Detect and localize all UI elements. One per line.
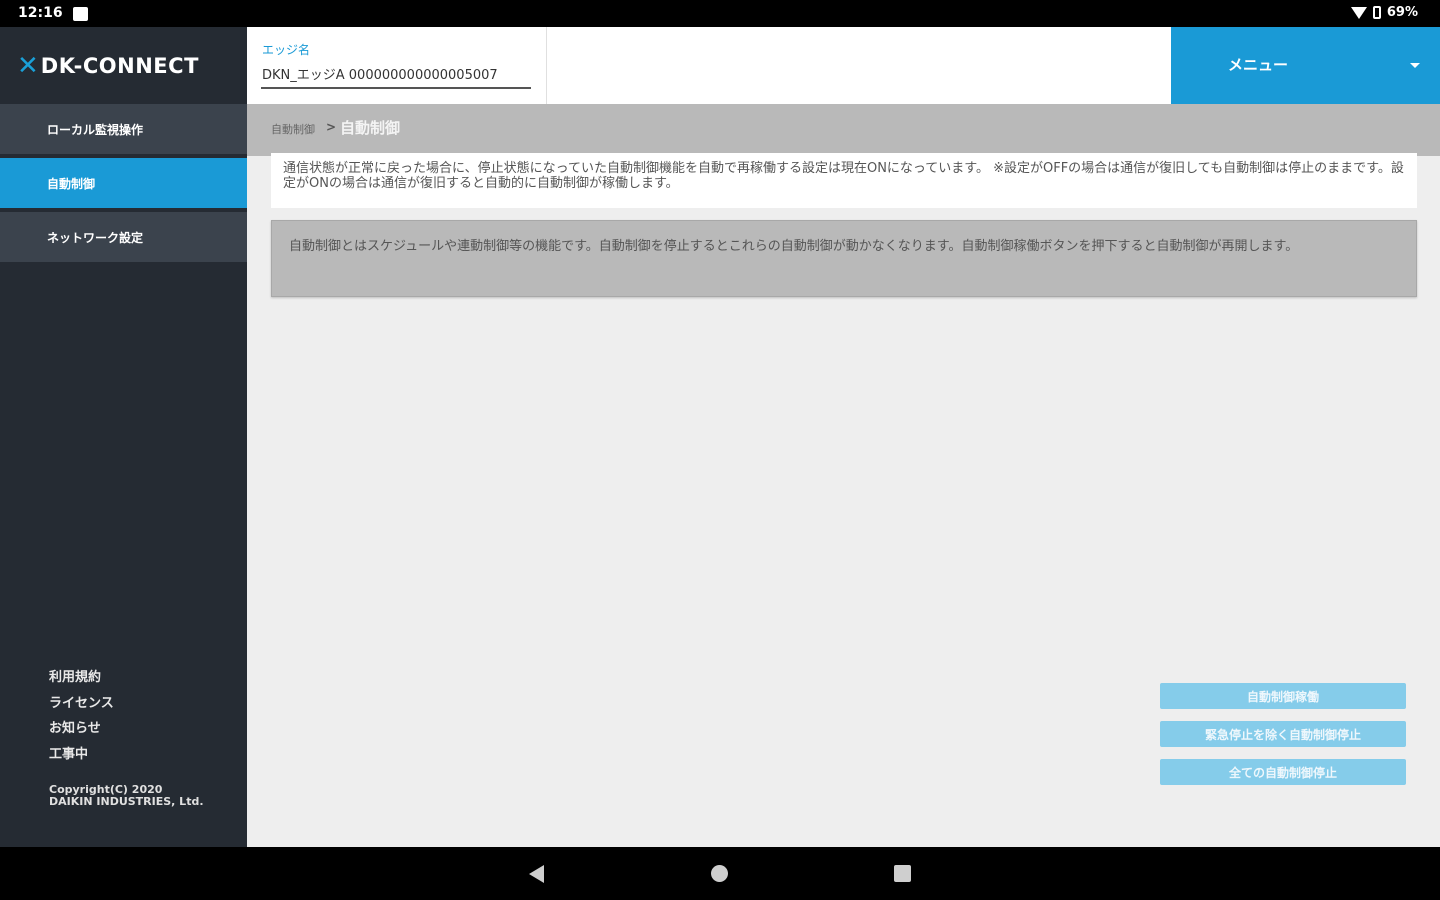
menu-button[interactable]: メニュー xyxy=(1171,27,1440,104)
edge-selector[interactable]: エッジ名 DKN_エッジA 000000000000005007 xyxy=(247,27,547,104)
edge-name-field[interactable]: DKN_エッジA 000000000000005007 xyxy=(262,64,498,83)
stop-except-emergency-button[interactable]: 緊急停止を除く自動制御停止 xyxy=(1160,721,1406,747)
sidebar-item-label: ローカル監視操作 xyxy=(47,122,144,137)
sidebar: ✕ DK-CONNECT ローカル監視操作 自動制御 ネットワーク設定 利用規約… xyxy=(0,27,247,847)
sidebar-item-label: 自動制御 xyxy=(47,176,96,191)
battery-icon xyxy=(1372,6,1381,19)
wifi-icon xyxy=(1350,6,1367,19)
notification-icon xyxy=(73,7,88,21)
battery-percent: 69% xyxy=(1386,5,1418,20)
menu-label: メニュー xyxy=(1228,56,1289,74)
chevron-down-icon xyxy=(1410,63,1420,68)
copyright-text: Copyright(C) 2020 DAIKIN INDUSTRIES, Ltd… xyxy=(49,783,204,808)
reconnect-notice: 通信状態が正常に戻った場合に、停止状態になっていた自動制御機能を自動で再稼働する… xyxy=(271,153,1417,208)
page-title: 自動制御 xyxy=(340,119,401,137)
notices-link[interactable]: お知らせ xyxy=(49,716,114,742)
recent-apps-icon[interactable] xyxy=(894,865,911,882)
sidebar-item-label: ネットワーク設定 xyxy=(47,230,144,245)
sidebar-item-network-settings[interactable]: ネットワーク設定 xyxy=(0,212,247,262)
app-logo: ✕ DK-CONNECT xyxy=(0,27,247,104)
breadcrumb-parent[interactable]: 自動制御 xyxy=(271,121,315,137)
construction-link[interactable]: 工事中 xyxy=(49,742,114,768)
edge-field-underline xyxy=(261,87,531,89)
logo-mark-icon: ✕ xyxy=(17,50,39,81)
breadcrumb: 自動制御 > 自動制御 xyxy=(247,104,1440,156)
home-icon[interactable] xyxy=(711,865,728,882)
license-link[interactable]: ライセンス xyxy=(49,691,114,717)
stop-all-auto-control-button[interactable]: 全ての自動制御停止 xyxy=(1160,759,1406,785)
breadcrumb-separator: > xyxy=(326,120,337,134)
edge-label: エッジ名 xyxy=(262,43,311,57)
system-navigation-bar xyxy=(0,847,1440,900)
sidebar-item-auto-control[interactable]: 自動制御 xyxy=(0,158,247,208)
back-icon[interactable] xyxy=(529,865,544,883)
start-auto-control-button[interactable]: 自動制御稼働 xyxy=(1160,683,1406,709)
footer-links: 利用規約 ライセンス お知らせ 工事中 xyxy=(49,665,114,767)
terms-link[interactable]: 利用規約 xyxy=(49,665,114,691)
auto-control-description: 自動制御とはスケジュールや連動制御等の機能です。自動制御を停止するとこれらの自動… xyxy=(271,220,1417,297)
header: エッジ名 DKN_エッジA 000000000000005007 メニュー xyxy=(247,27,1440,104)
logo-text: DK-CONNECT xyxy=(40,53,199,78)
status-time: 12:16 xyxy=(18,5,63,21)
status-bar: 12:16 69% xyxy=(0,0,1440,27)
sidebar-item-local-monitoring[interactable]: ローカル監視操作 xyxy=(0,104,247,154)
status-indicators: 69% xyxy=(1350,5,1418,20)
